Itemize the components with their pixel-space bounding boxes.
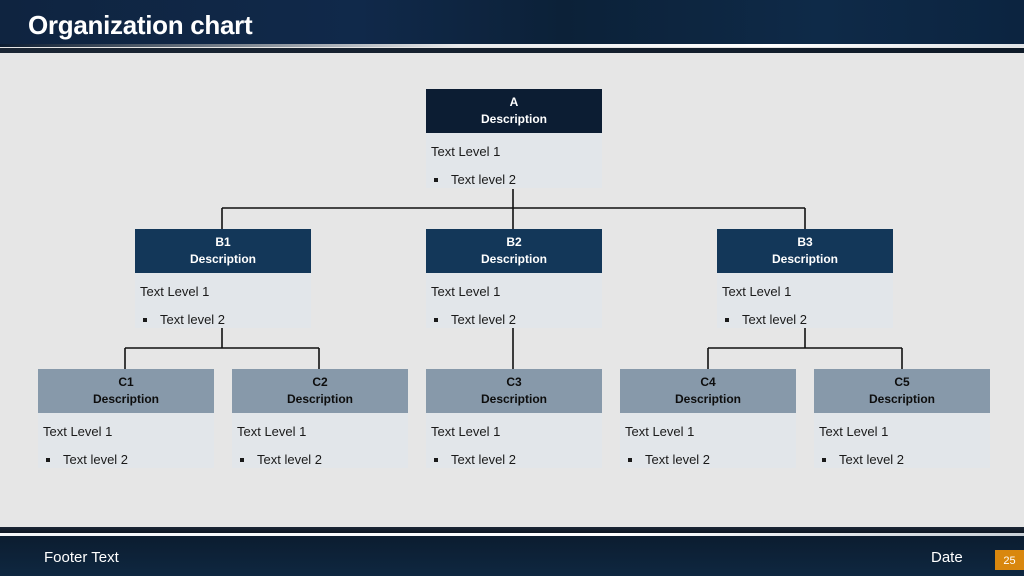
node-details: Text Level 1 Text level 2 <box>620 413 796 468</box>
node-header: C5 Description <box>814 369 990 413</box>
node-description: Description <box>480 252 547 266</box>
text-level-1: Text Level 1 <box>431 284 501 299</box>
text-level-1: Text Level 1 <box>43 424 113 439</box>
node-description: Description <box>480 392 547 406</box>
node-header: B3 Description <box>717 229 893 273</box>
square-bullet-icon <box>434 318 438 322</box>
text-level-1: Text Level 1 <box>722 284 792 299</box>
node-header: C1 Description <box>38 369 214 413</box>
text-level-2-item: Text level 2 <box>722 311 888 329</box>
text-level-1: Text Level 1 <box>625 424 695 439</box>
node-details: Text Level 1 Text level 2 <box>814 413 990 468</box>
text-level-2-item: Text level 2 <box>625 451 791 469</box>
node-name: C2 <box>312 375 328 389</box>
node-name: B2 <box>506 235 522 249</box>
square-bullet-icon <box>46 458 50 462</box>
square-bullet-icon <box>434 458 438 462</box>
square-bullet-icon <box>434 178 438 182</box>
text-level-2: Text level 2 <box>63 452 129 467</box>
node-details: Text Level 1 Text level 2 <box>426 273 602 328</box>
square-bullet-icon <box>143 318 147 322</box>
node-name: C4 <box>700 375 716 389</box>
node-details: Text Level 1 Text level 2 <box>38 413 214 468</box>
node-details: Text Level 1 Text level 2 <box>426 413 602 468</box>
text-level-2: Text level 2 <box>451 452 517 467</box>
node-description: Description <box>286 392 353 406</box>
node-details: Text Level 1 Text level 2 <box>232 413 408 468</box>
text-level-1: Text Level 1 <box>140 284 210 299</box>
text-level-2: Text level 2 <box>742 312 808 327</box>
node-header: C4 Description <box>620 369 796 413</box>
node-name: A <box>509 95 519 109</box>
text-level-2-item: Text level 2 <box>140 311 306 329</box>
text-level-2: Text level 2 <box>451 172 517 187</box>
node-description: Description <box>189 252 256 266</box>
square-bullet-icon <box>725 318 729 322</box>
square-bullet-icon <box>822 458 826 462</box>
node-description: Description <box>92 392 159 406</box>
org-node-c3[interactable]: C3 Description Text Level 1 Text level 2 <box>426 369 602 468</box>
node-name: B1 <box>215 235 231 249</box>
page-number-badge: 25 <box>995 550 1024 570</box>
text-level-2: Text level 2 <box>839 452 905 467</box>
footer-text: Footer Text <box>44 549 119 566</box>
org-node-c5[interactable]: C5 Description Text Level 1 Text level 2 <box>814 369 990 468</box>
org-node-b2[interactable]: B2 Description Text Level 1 Text level 2 <box>426 229 602 328</box>
node-name: C5 <box>894 375 910 389</box>
text-level-1: Text Level 1 <box>431 144 501 159</box>
text-level-2: Text level 2 <box>645 452 711 467</box>
node-details: Text Level 1 Text level 2 <box>426 133 602 188</box>
slide-footer: Footer Text Date 25 <box>0 536 1024 576</box>
footer-date: Date <box>931 549 963 566</box>
text-level-1: Text Level 1 <box>237 424 307 439</box>
node-name: C3 <box>506 375 522 389</box>
node-header: B1 Description <box>135 229 311 273</box>
text-level-2-item: Text level 2 <box>237 451 403 469</box>
node-description: Description <box>674 392 741 406</box>
org-node-c2[interactable]: C2 Description Text Level 1 Text level 2 <box>232 369 408 468</box>
text-level-2-item: Text level 2 <box>819 451 985 469</box>
node-details: Text Level 1 Text level 2 <box>717 273 893 328</box>
text-level-2-item: Text level 2 <box>43 451 209 469</box>
node-header: B2 Description <box>426 229 602 273</box>
text-level-2-item: Text level 2 <box>431 451 597 469</box>
node-description: Description <box>771 252 838 266</box>
node-header: C3 Description <box>426 369 602 413</box>
node-header: A Description <box>426 89 602 133</box>
text-level-2: Text level 2 <box>160 312 226 327</box>
node-description: Description <box>868 392 935 406</box>
square-bullet-icon <box>240 458 244 462</box>
text-level-1: Text Level 1 <box>819 424 889 439</box>
node-name: C1 <box>118 375 134 389</box>
node-details: Text Level 1 Text level 2 <box>135 273 311 328</box>
org-node-b3[interactable]: B3 Description Text Level 1 Text level 2 <box>717 229 893 328</box>
org-node-b1[interactable]: B1 Description Text Level 1 Text level 2 <box>135 229 311 328</box>
org-node-c4[interactable]: C4 Description Text Level 1 Text level 2 <box>620 369 796 468</box>
text-level-2: Text level 2 <box>257 452 323 467</box>
org-node-a[interactable]: A Description Text Level 1 Text level 2 <box>426 89 602 188</box>
square-bullet-icon <box>628 458 632 462</box>
node-description: Description <box>480 112 547 126</box>
text-level-1: Text Level 1 <box>431 424 501 439</box>
node-name: B3 <box>797 235 813 249</box>
text-level-2-item: Text level 2 <box>431 171 597 189</box>
text-level-2-item: Text level 2 <box>431 311 597 329</box>
node-header: C2 Description <box>232 369 408 413</box>
org-node-c1[interactable]: C1 Description Text Level 1 Text level 2 <box>38 369 214 468</box>
text-level-2: Text level 2 <box>451 312 517 327</box>
